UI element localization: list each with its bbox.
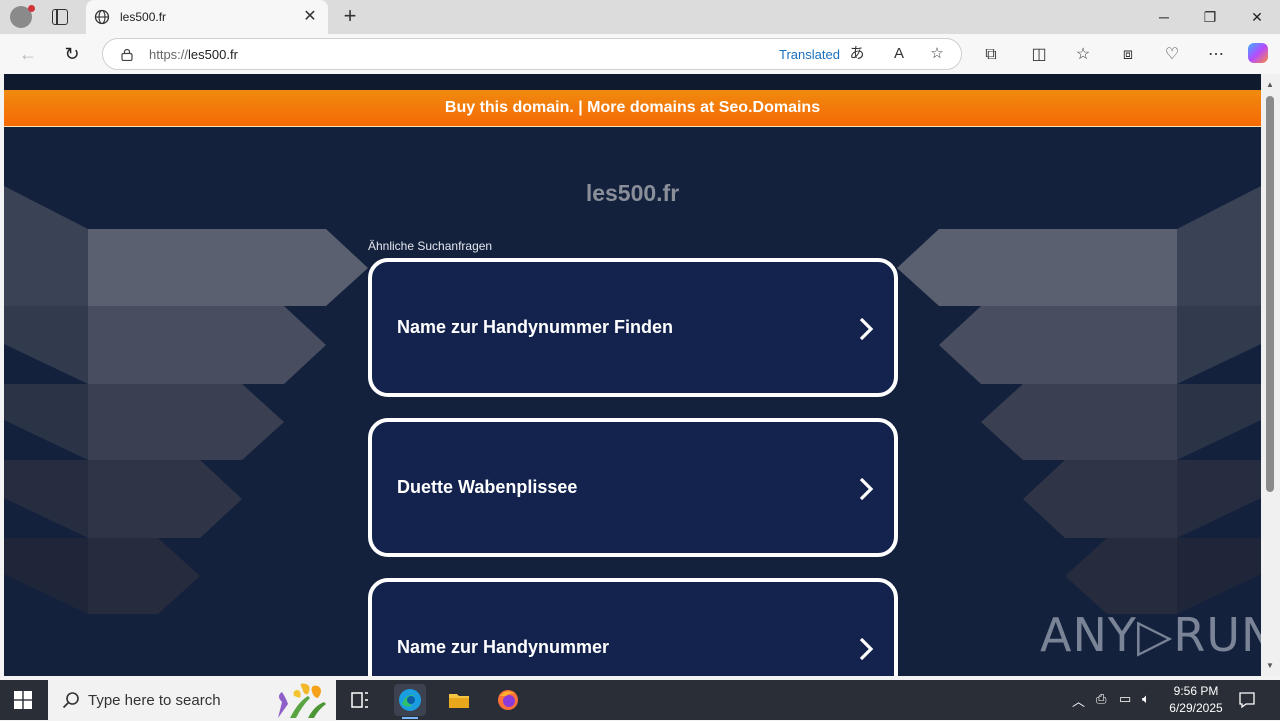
card-label: Duette Wabenplissee xyxy=(397,477,578,497)
tray-chevron-up-icon[interactable]: ︿ xyxy=(1072,691,1085,710)
tab-strip: les500.fr ✕ + ─ ❐ ✕ xyxy=(0,0,1280,34)
address-bar[interactable]: https://les500.fr Translated あ A ☆ xyxy=(102,38,962,70)
clock-date: 6/29/2025 xyxy=(1169,701,1223,715)
file-explorer-icon[interactable] xyxy=(443,684,475,716)
more-menu-icon[interactable]: ⋯ xyxy=(1205,44,1227,66)
card-label: Name zur Handynummer xyxy=(397,637,610,657)
search-icon xyxy=(62,692,79,709)
translate-icon[interactable]: あ xyxy=(847,44,867,64)
volume-icon[interactable]: 🔈︎ xyxy=(1142,691,1150,707)
related-search-card[interactable]: Duette Wabenplissee xyxy=(368,418,898,557)
globe-icon xyxy=(94,9,110,25)
collections-icon[interactable]: ⧈ xyxy=(1117,44,1139,66)
card-label: Name zur Handynummer Finden xyxy=(397,317,674,337)
notifications-icon[interactable] xyxy=(1238,691,1256,709)
back-icon[interactable]: ← xyxy=(16,42,40,66)
site-title: les500.fr xyxy=(585,180,680,206)
favorites-icon[interactable]: ☆ xyxy=(1072,44,1094,66)
restore-icon[interactable]: ❐ xyxy=(1198,6,1222,28)
close-window-icon[interactable]: ✕ xyxy=(1245,6,1269,28)
extensions-icon[interactable]: ⧉ xyxy=(980,44,1002,66)
tulip-illustration-icon xyxy=(278,683,326,718)
minimize-icon[interactable]: ─ xyxy=(1152,6,1176,28)
scroll-down-icon[interactable]: ▼ xyxy=(1266,661,1274,670)
browser-essentials-icon[interactable]: ♡ xyxy=(1161,44,1183,66)
taskbar-search[interactable]: Type here to search xyxy=(48,680,336,720)
related-search-card[interactable]: Name zur Handynummer Finden xyxy=(368,258,898,397)
chevron-right-icon xyxy=(859,317,874,341)
related-search-card[interactable]: Name zur Handynummer xyxy=(368,578,898,676)
scroll-up-icon[interactable]: ▲ xyxy=(1266,80,1274,89)
browser-toolbar: ← ↻ https://les500.fr Translated あ A ☆ ⧉… xyxy=(0,34,1280,74)
tab-close-icon[interactable]: ✕ xyxy=(300,7,320,27)
vertical-scrollbar[interactable]: ▲ ▼ xyxy=(1261,74,1280,676)
chevron-right-icon xyxy=(859,477,874,501)
page-viewport: Buy this domain. | More domains at Seo.D… xyxy=(4,74,1261,676)
tray-device-icon[interactable]: ⎙ xyxy=(1096,691,1106,707)
anyrun-watermark: ANY▷RUN xyxy=(1040,608,1261,662)
chevron-right-icon xyxy=(859,637,874,661)
browser-tab[interactable]: les500.fr ✕ xyxy=(86,0,328,34)
refresh-icon[interactable]: ↻ xyxy=(60,42,84,66)
related-searches-label: Ähnliche Suchanfragen xyxy=(368,239,493,253)
windows-taskbar: Type here to search ︿ ⎙ ▭ 🔈︎ 9:56 PM 6/2… xyxy=(0,680,1280,720)
edge-taskbar-icon[interactable] xyxy=(394,684,426,719)
scrollbar-thumb[interactable] xyxy=(1266,96,1274,492)
split-screen-icon[interactable]: ◫ xyxy=(1028,44,1050,66)
buy-domain-banner[interactable]: Buy this domain. | More domains at Seo.D… xyxy=(4,90,1261,127)
favorite-star-icon[interactable]: ☆ xyxy=(927,44,947,64)
translated-label[interactable]: Translated xyxy=(779,47,840,62)
search-placeholder: Type here to search xyxy=(88,692,221,709)
lock-icon[interactable] xyxy=(121,48,133,61)
active-indicator xyxy=(402,717,418,719)
firefox-icon[interactable] xyxy=(492,684,524,716)
url-text[interactable]: https://les500.fr xyxy=(149,47,238,62)
new-tab-icon[interactable]: + xyxy=(338,4,362,28)
tab-actions-icon[interactable] xyxy=(52,9,68,25)
tab-title: les500.fr xyxy=(120,10,167,24)
network-icon[interactable]: ▭ xyxy=(1119,691,1131,707)
task-view-icon[interactable] xyxy=(344,684,376,716)
read-aloud-icon[interactable]: A xyxy=(889,44,909,64)
clock-time: 9:56 PM xyxy=(1173,684,1219,698)
copilot-icon[interactable] xyxy=(1248,43,1268,63)
notification-dot-icon xyxy=(28,5,35,12)
windows-start-icon[interactable] xyxy=(14,691,32,709)
taskbar-clock[interactable]: 9:56 PM 6/29/2025 xyxy=(1164,683,1228,717)
